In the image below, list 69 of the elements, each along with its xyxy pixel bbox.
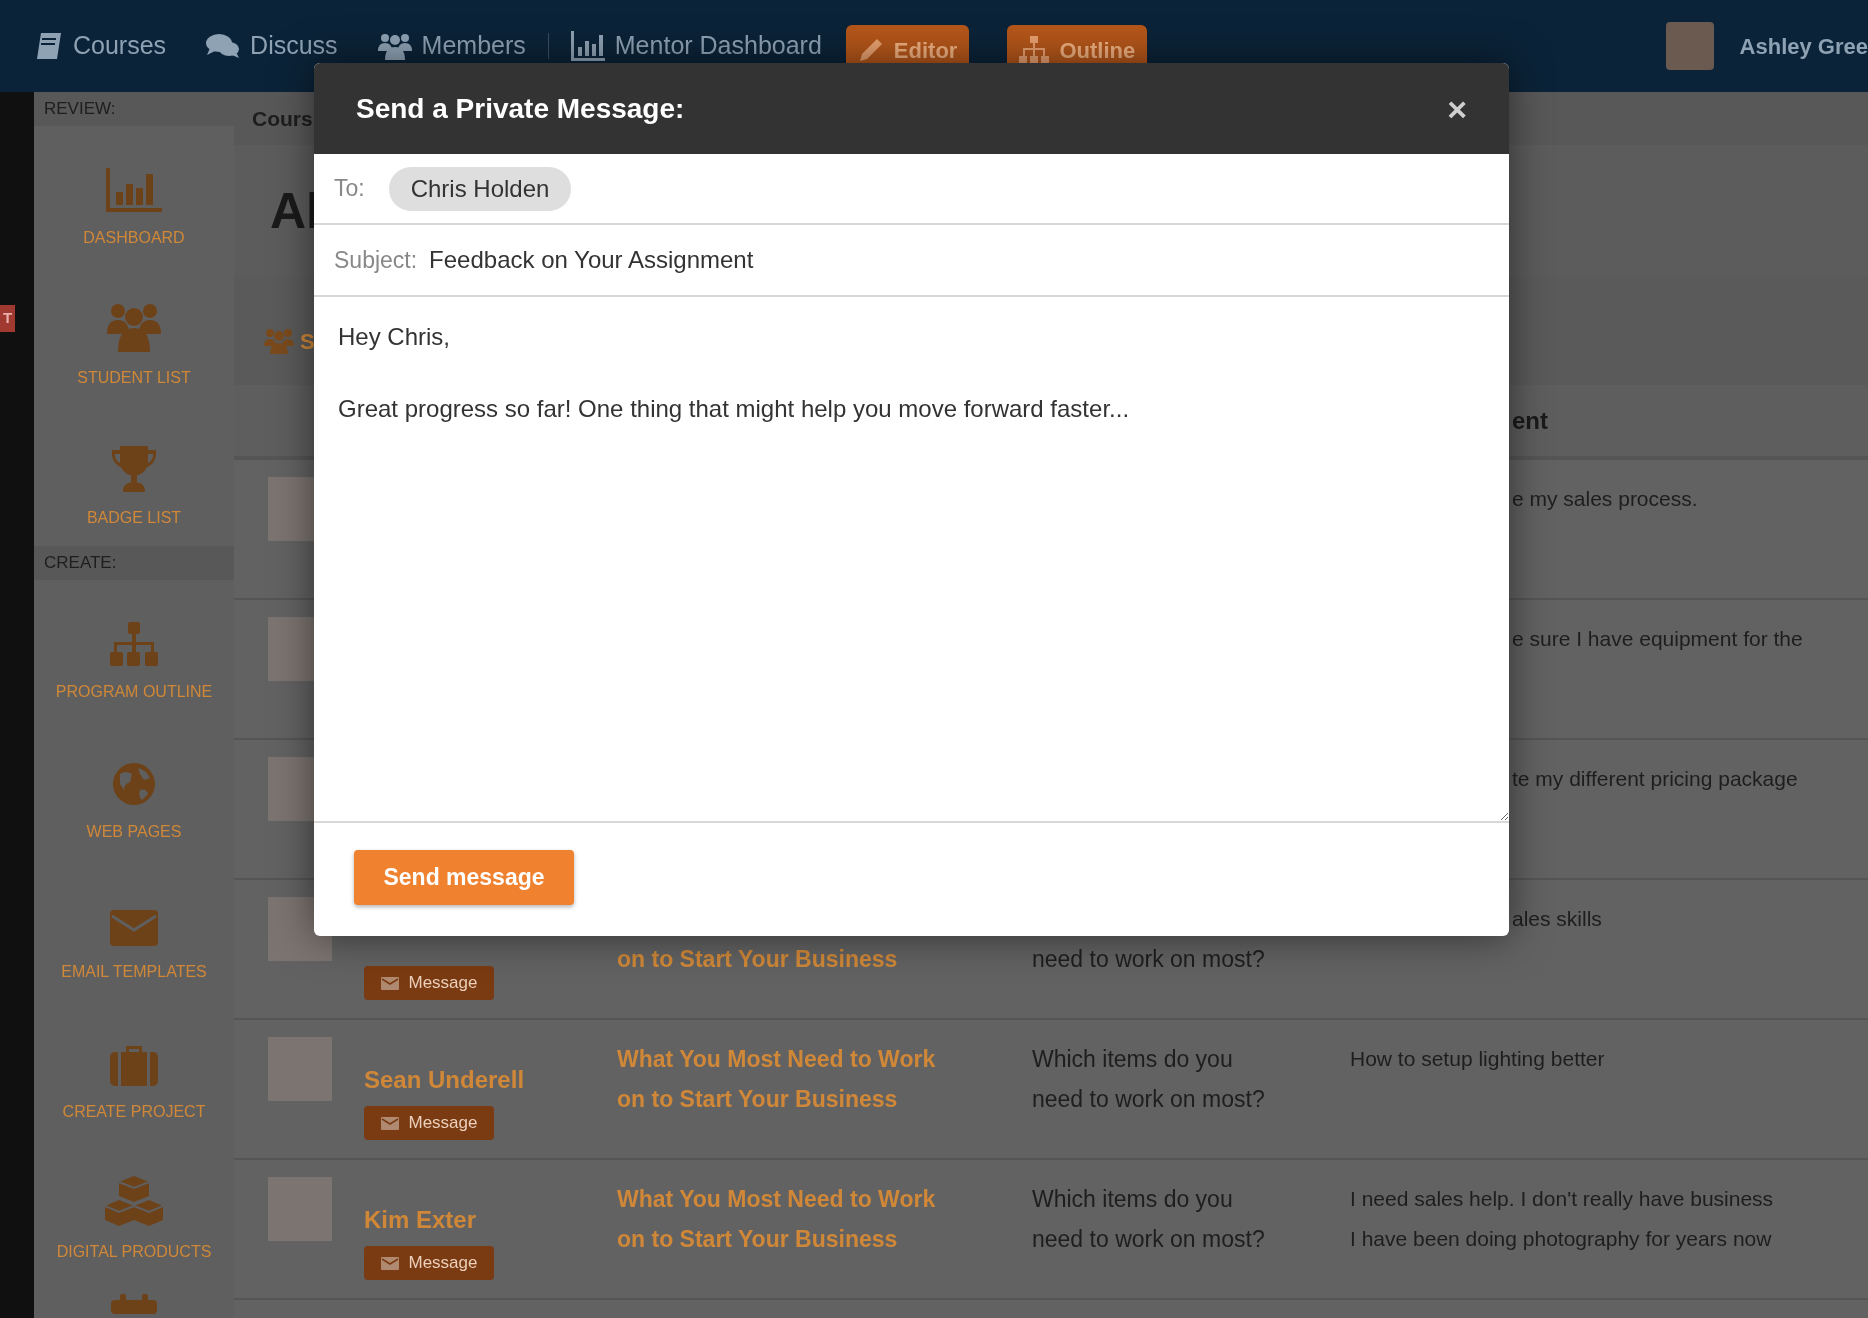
recipient-chip[interactable]: Chris Holden [388, 166, 572, 211]
avatar-photo [268, 1037, 332, 1101]
answer-text: How to setup lighting better [1350, 1046, 1606, 1072]
envelope-icon [380, 976, 399, 990]
envelope-icon [380, 1256, 399, 1270]
people-icon [107, 302, 161, 352]
course-title-line: on to Start Your Business [617, 945, 899, 974]
sidebar-item[interactable]: BADGE LIST [34, 406, 234, 546]
message-button[interactable]: Message [364, 1246, 494, 1280]
people-icon [377, 32, 412, 60]
sidebar-heading: CREATE: [44, 552, 117, 575]
briefcase-icon [110, 1044, 158, 1086]
nav-link[interactable]: Members [377, 27, 526, 65]
course-title-line: on to Start Your Business [617, 1085, 899, 1114]
envelope-icon [110, 910, 158, 946]
question-text: need to work on most? [1032, 945, 1266, 974]
avatar-photo [268, 1177, 332, 1241]
envelope-icon [380, 1116, 399, 1130]
breadcrumb[interactable]: Cours [252, 102, 313, 135]
answer-text: ales skills [1512, 906, 1603, 932]
course-title-line: What You Most Need to Work [617, 1185, 937, 1214]
sidebar-item[interactable]: DIGITAL PRODUCTS [34, 1140, 234, 1280]
trophy-icon [111, 446, 157, 492]
question-text: need to work on most? [1032, 1085, 1266, 1114]
sidebar-item[interactable]: CREATE PROJECT [34, 1000, 234, 1140]
message-button[interactable]: Message [364, 966, 494, 1000]
sidebar-item[interactable]: PROGRAM OUTLINE [34, 580, 234, 720]
question-text: need to work on most? [1032, 1225, 1266, 1254]
user-name[interactable]: Ashley Gree [1739, 29, 1868, 63]
student-name-link[interactable]: Sean Underell [364, 1062, 617, 1098]
sidebar-heading: REVIEW: [44, 98, 116, 121]
section-tab[interactable]: S [300, 324, 315, 358]
column-header: ent [1512, 405, 1548, 436]
answer-text: e sure I have equipment for the [1512, 626, 1804, 652]
course-title-line: on to Start Your Business [617, 1225, 899, 1254]
globe-icon [112, 762, 156, 806]
hierarchy-icon [110, 622, 158, 666]
sidebar-item[interactable]: EMAIL TEMPLATES [34, 860, 234, 1000]
to-label: To: [334, 174, 365, 204]
chat-bubbles-icon [206, 32, 241, 60]
bar-chart-icon [106, 168, 162, 212]
sidebar-item[interactable]: DASHBOARD [34, 126, 234, 266]
send-message-button[interactable]: Send message [354, 850, 574, 905]
nav-link[interactable]: Mentor Dashboard [570, 27, 822, 65]
nav-link[interactable]: Discuss [206, 27, 338, 65]
subject-label: Subject: [334, 245, 418, 275]
boxes-icon [105, 1176, 163, 1226]
message-body-field[interactable]: Hey Chris, Great progress so far! One thing that might help you move forward faster... [314, 297, 1509, 823]
student-name-link[interactable]: Kim Exter [364, 1202, 617, 1238]
calendar-icon [111, 1294, 157, 1314]
answer-text: I have been doing photography for years now [1350, 1226, 1773, 1252]
subject-field[interactable]: Feedback on Your Assignment [429, 242, 1509, 278]
close-button[interactable]: × [1447, 91, 1467, 126]
dialog-title: Send a Private Message: [356, 91, 685, 126]
course-title-line: What You Most Need to Work [617, 1045, 937, 1074]
question-text: Which items do you [1032, 1185, 1234, 1214]
message-button[interactable]: Message [364, 1106, 494, 1140]
sidebar-item[interactable]: STUDENT LIST [34, 266, 234, 406]
sidebar-item[interactable]: WEB PAGES [34, 720, 234, 860]
bar-chart-icon [570, 31, 605, 61]
nav-link[interactable]: Courses [33, 27, 167, 65]
user-avatar[interactable] [1665, 22, 1714, 70]
answer-text: e my sales process. [1512, 486, 1699, 512]
question-text: Which items do you [1032, 1045, 1234, 1074]
students-icon [264, 328, 294, 354]
answer-text: I need sales help. I don't really have business [1350, 1186, 1775, 1212]
hierarchy-icon [1019, 36, 1050, 64]
answer-text: te my different pricing package [1512, 766, 1799, 792]
side-tab[interactable]: T [0, 305, 16, 332]
